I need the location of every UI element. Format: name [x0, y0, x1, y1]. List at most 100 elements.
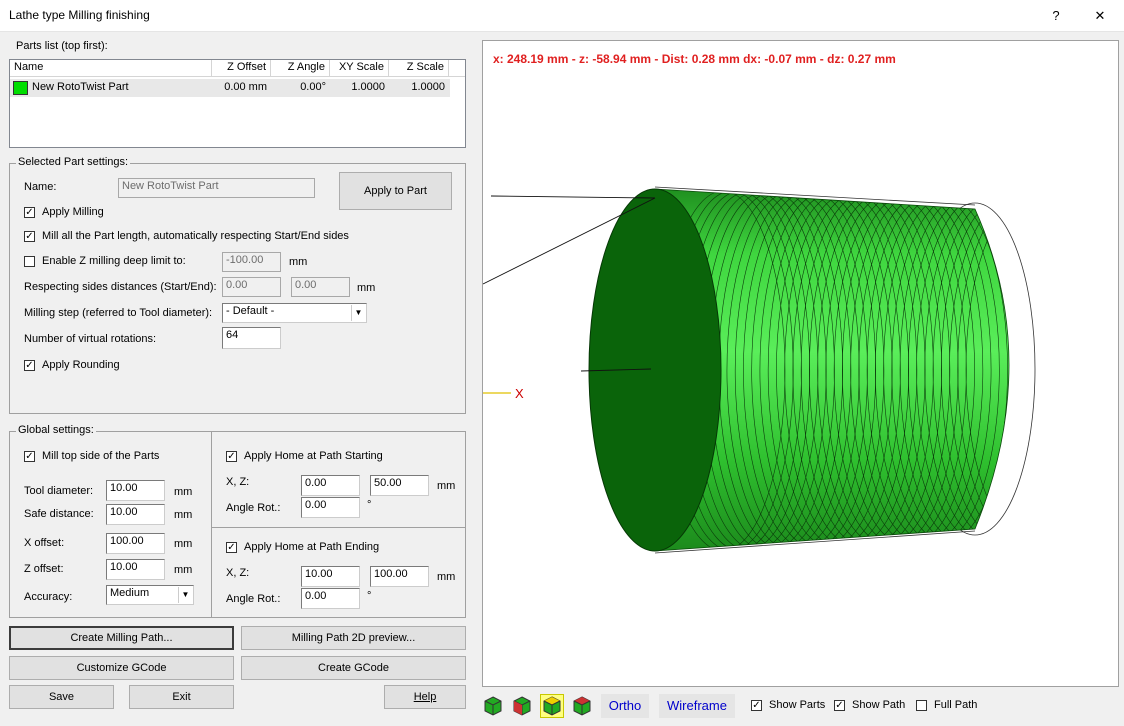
apply-milling-checkbox[interactable]: ✓: [24, 207, 35, 218]
exit-button[interactable]: Exit: [129, 685, 234, 709]
window-title: Lathe type Milling finishing: [9, 8, 150, 22]
show-path-label: Show Path: [852, 699, 906, 711]
home-end-angle-label: Angle Rot.:: [226, 593, 281, 605]
part-xy-scale-cell: 1.0000: [351, 81, 385, 93]
rotations-field[interactable]: 64: [222, 327, 281, 349]
3d-viewport[interactable]: x: 248.19 mm - z: -58.94 mm - Dist: 0.28…: [482, 40, 1119, 687]
help-title-button[interactable]: ?: [1036, 4, 1076, 28]
z-limit-unit: mm: [289, 256, 308, 268]
home-end-deg: °: [367, 590, 372, 602]
safe-distance-label: Safe distance:: [24, 508, 94, 520]
view-front-icon[interactable]: [482, 694, 504, 718]
view-top-icon[interactable]: [540, 694, 564, 718]
accuracy-value: Medium: [110, 587, 150, 599]
create-milling-path-button[interactable]: Create Milling Path...: [9, 626, 234, 650]
full-path-checkbox[interactable]: [916, 700, 927, 711]
selected-part-group-label: Selected Part settings:: [16, 156, 131, 168]
home-end-x-field[interactable]: 10.00: [301, 566, 360, 587]
rotations-label: Number of virtual rotations:: [24, 333, 157, 345]
apply-milling-label: Apply Milling: [42, 206, 104, 218]
help-button[interactable]: Help: [384, 685, 466, 709]
enable-z-limit-label: Enable Z milling deep limit to:: [42, 255, 186, 267]
title-bar: Lathe type Milling finishing ? ✕: [0, 0, 1124, 32]
home-start-x-field[interactable]: 0.00: [301, 475, 360, 496]
tool-path-line: [490, 195, 656, 199]
part-color-swatch: [13, 81, 28, 95]
part-name-field[interactable]: New RotoTwist Part: [118, 178, 315, 198]
close-window-button[interactable]: ✕: [1080, 4, 1120, 28]
apply-rounding-label: Apply Rounding: [42, 359, 120, 371]
accuracy-label: Accuracy:: [24, 591, 73, 603]
customize-gcode-button[interactable]: Customize GCode: [9, 656, 234, 680]
home-start-angle-field[interactable]: 0.00: [301, 497, 360, 518]
home-start-z-field[interactable]: 50.00: [370, 475, 429, 496]
mill-all-length-checkbox[interactable]: ✓: [24, 231, 35, 242]
wireframe-toggle[interactable]: Wireframe: [659, 694, 735, 718]
cylinder-render: (function(){ var g = document.currentScr…: [483, 186, 1036, 554]
enable-z-limit-checkbox[interactable]: [24, 256, 35, 267]
home-end-z-field[interactable]: 100.00: [370, 566, 429, 587]
home-start-label: Apply Home at Path Starting: [244, 450, 383, 462]
chevron-down-icon[interactable]: ▼: [178, 587, 192, 603]
mill-top-checkbox[interactable]: ✓: [24, 451, 35, 462]
z-offset-unit: mm: [174, 564, 193, 576]
milling-step-value: - Default -: [226, 305, 275, 317]
col-xy-scale[interactable]: XY Scale: [330, 60, 389, 76]
home-start-angle-label: Angle Rot.:: [226, 502, 281, 514]
safe-distance-unit: mm: [174, 509, 193, 521]
tool-diameter-label: Tool diameter:: [24, 485, 94, 497]
global-divider-vertical: [211, 431, 212, 618]
home-end-unit: mm: [437, 571, 456, 583]
home-start-unit: mm: [437, 480, 456, 492]
milling-step-select[interactable]: - Default - ▼: [222, 303, 367, 323]
part-z-offset-cell: 0.00 mm: [224, 81, 267, 93]
milling-path-2d-preview-button[interactable]: Milling Path 2D preview...: [241, 626, 466, 650]
col-z-angle[interactable]: Z Angle: [271, 60, 330, 76]
side-end-field[interactable]: 0.00: [291, 277, 350, 297]
global-settings-group-label: Global settings:: [16, 424, 96, 436]
show-parts-label: Show Parts: [769, 699, 826, 711]
accuracy-select[interactable]: Medium ▼: [106, 585, 194, 605]
home-start-checkbox[interactable]: ✓: [226, 451, 237, 462]
global-divider-horizontal: [211, 527, 466, 528]
home-end-xz-label: X, Z:: [226, 567, 250, 579]
view-iso-icon[interactable]: [571, 694, 593, 718]
sides-unit: mm: [357, 282, 376, 294]
mill-all-length-label: Mill all the Part length, automatically …: [42, 230, 349, 242]
col-z-offset[interactable]: Z Offset: [212, 60, 271, 76]
full-path-label: Full Path: [934, 699, 978, 711]
milling-step-label: Milling step (referred to Tool diameter)…: [24, 307, 213, 319]
safe-distance-field[interactable]: 10.00: [106, 504, 165, 525]
view-side-icon[interactable]: [511, 694, 533, 718]
apply-to-part-button[interactable]: Apply to Part: [339, 172, 452, 210]
home-end-label: Apply Home at Path Ending: [244, 541, 380, 553]
x-offset-field[interactable]: 100.00: [106, 533, 165, 554]
x-axis-label: X: [515, 386, 524, 401]
x-offset-label: X offset:: [24, 537, 65, 549]
col-name[interactable]: Name: [10, 60, 212, 76]
table-row[interactable]: New RotoTwist Part 0.00 mm 0.00° 1.0000 …: [10, 79, 450, 97]
col-z-scale[interactable]: Z Scale: [389, 60, 449, 76]
mill-top-label: Mill top side of the Parts: [42, 450, 160, 462]
z-limit-field[interactable]: -100.00: [222, 252, 281, 272]
show-parts-checkbox[interactable]: ✓: [751, 700, 762, 711]
home-end-angle-field[interactable]: 0.00: [301, 588, 360, 609]
z-offset-field[interactable]: 10.00: [106, 559, 165, 580]
sides-label: Respecting sides distances (Start/End):: [24, 281, 217, 293]
apply-rounding-checkbox[interactable]: ✓: [24, 360, 35, 371]
chevron-down-icon[interactable]: ▼: [351, 305, 365, 321]
create-gcode-button[interactable]: Create GCode: [241, 656, 466, 680]
ortho-toggle[interactable]: Ortho: [601, 694, 649, 718]
parts-list-label: Parts list (top first):: [16, 40, 108, 52]
parts-list-header: Name Z Offset Z Angle XY Scale Z Scale: [10, 60, 465, 77]
parts-list[interactable]: Name Z Offset Z Angle XY Scale Z Scale N…: [9, 59, 466, 148]
home-start-deg: °: [367, 499, 372, 511]
tool-diameter-field[interactable]: 10.00: [106, 480, 165, 501]
part-name-cell: New RotoTwist Part: [32, 81, 129, 93]
side-start-field[interactable]: 0.00: [222, 277, 281, 297]
tool-diameter-unit: mm: [174, 486, 193, 498]
home-end-checkbox[interactable]: ✓: [226, 542, 237, 553]
home-start-xz-label: X, Z:: [226, 476, 250, 488]
show-path-checkbox[interactable]: ✓: [834, 700, 845, 711]
save-button[interactable]: Save: [9, 685, 114, 709]
